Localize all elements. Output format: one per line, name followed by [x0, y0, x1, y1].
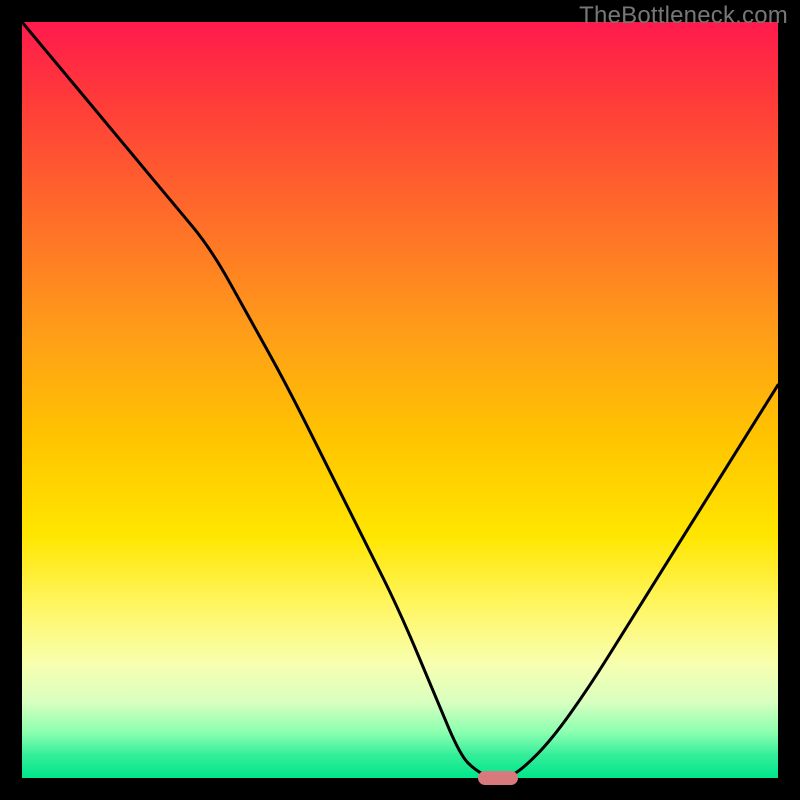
chart-frame: TheBottleneck.com [0, 0, 800, 800]
optimal-marker [478, 771, 518, 785]
plot-area [22, 22, 778, 778]
curve-svg [22, 22, 778, 778]
bottleneck-curve [22, 22, 778, 778]
watermark-text: TheBottleneck.com [579, 2, 788, 30]
